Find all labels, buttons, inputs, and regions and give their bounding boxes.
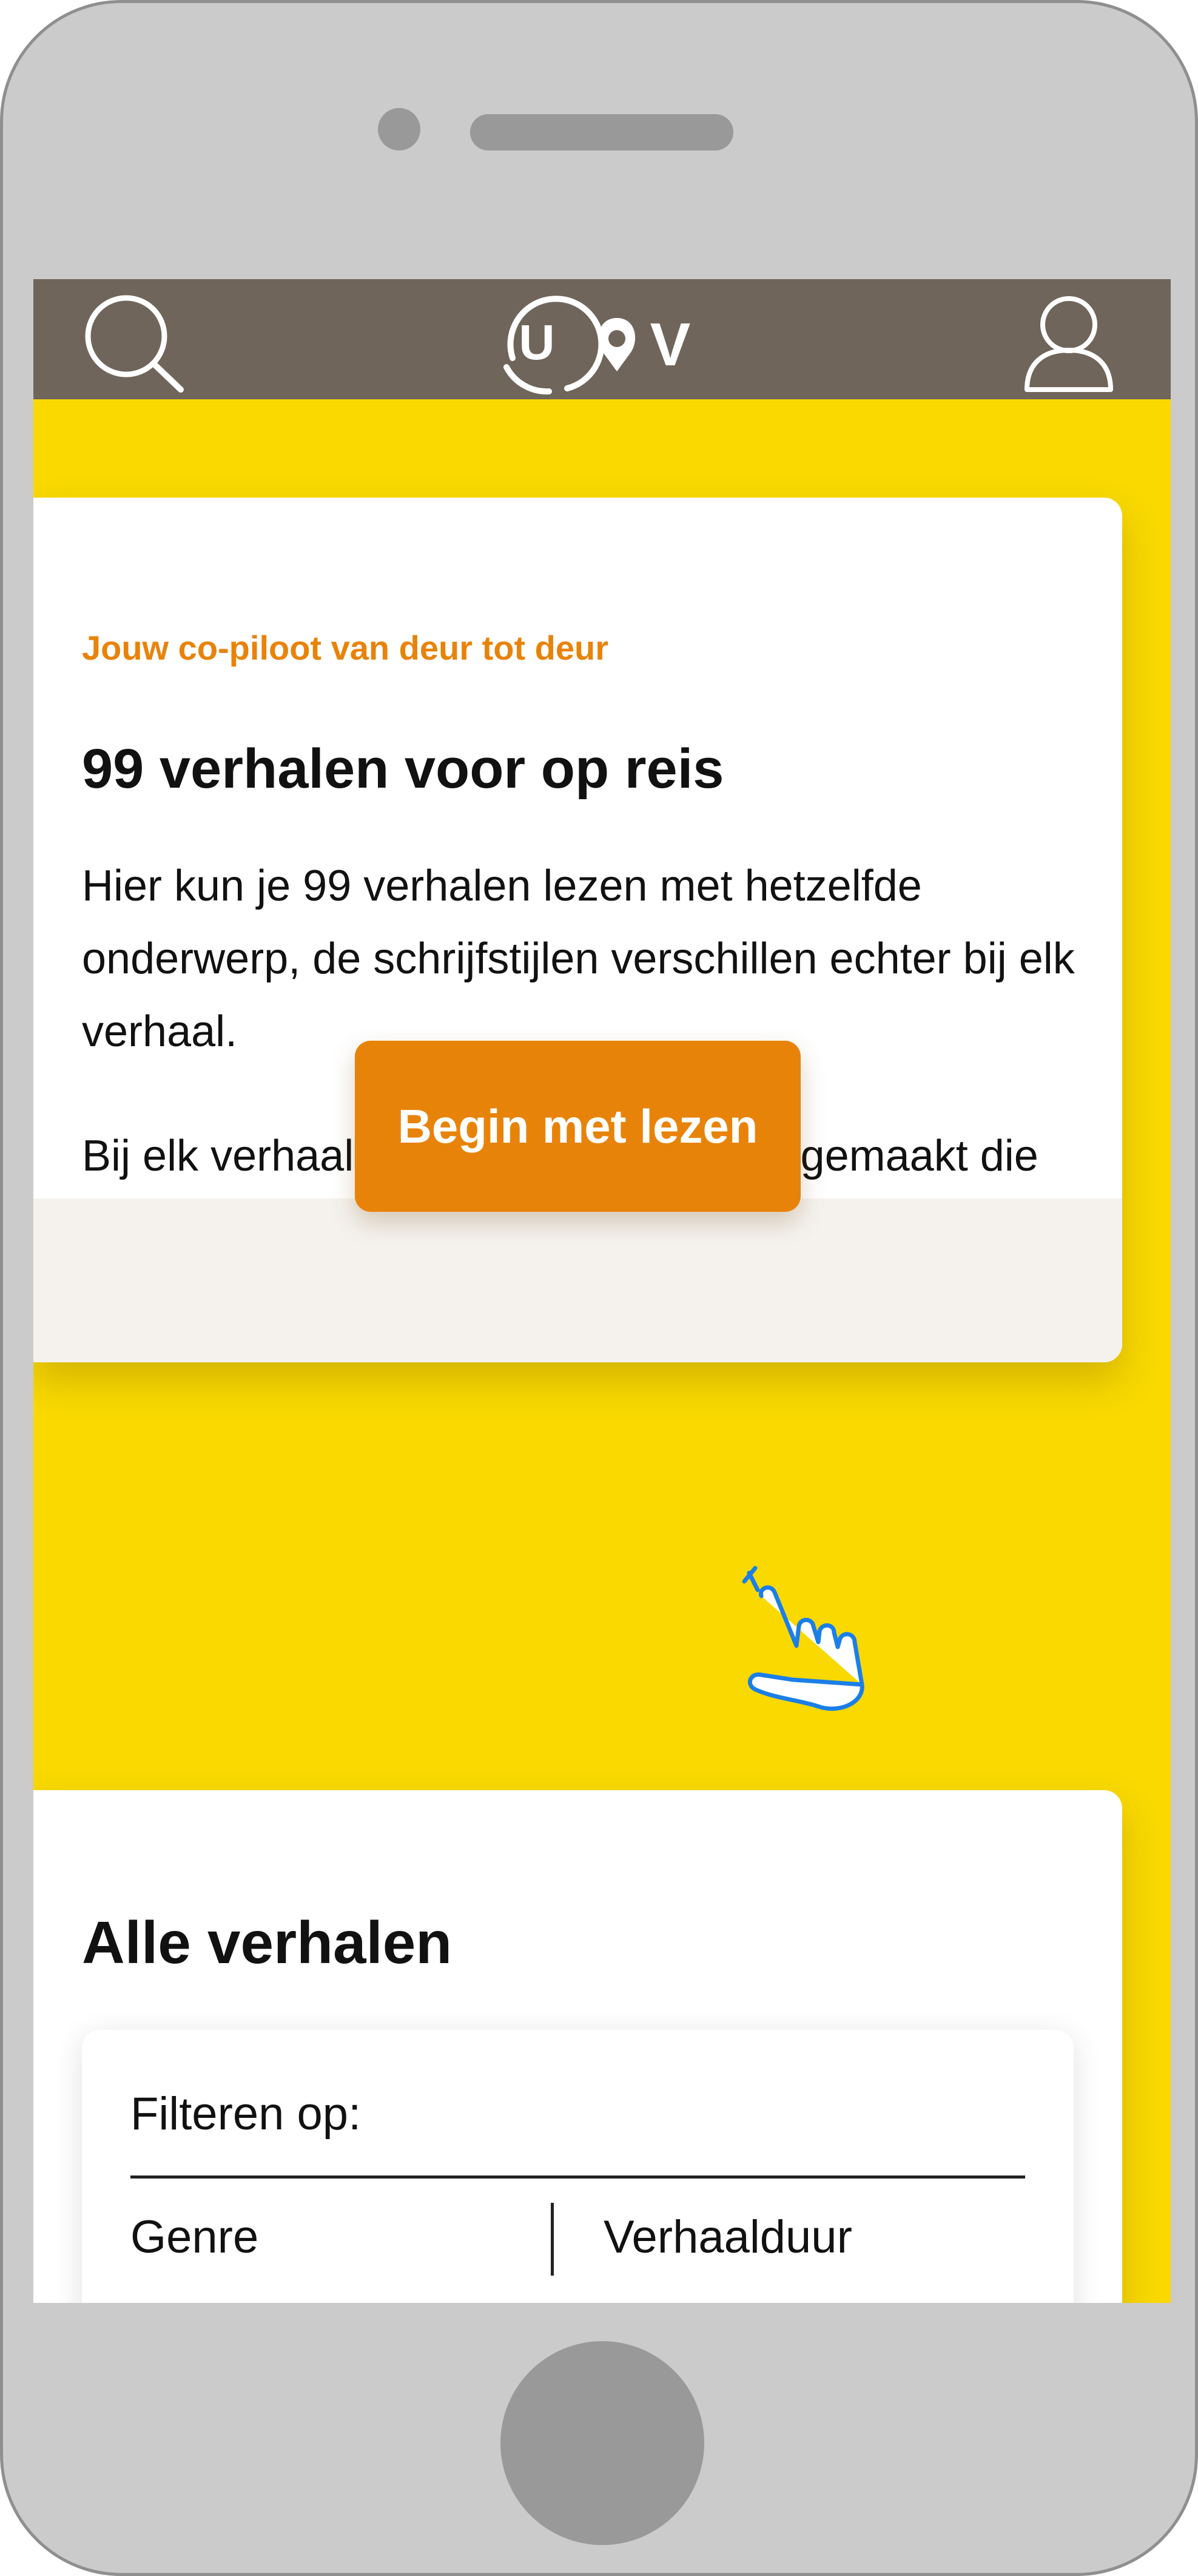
- filter-column-divider: [551, 2203, 554, 2276]
- intro-tagline: Jouw co-piloot van deur tot deur: [82, 629, 608, 667]
- filter-duration-option[interactable]: Verhaalduur: [604, 2211, 852, 2263]
- filter-genre-option[interactable]: Genre: [130, 2211, 258, 2263]
- intro-card-footer: [33, 1198, 1122, 1362]
- front-camera: [378, 108, 420, 150]
- stories-card: Alle verhalen Filteren op: Genre Verhaal…: [33, 1790, 1122, 2303]
- intro-card: Jouw co-piloot van deur tot deur 99 verh…: [33, 498, 1122, 1362]
- filter-divider-line: [130, 2175, 1025, 2179]
- stories-title: Alle verhalen: [82, 1909, 453, 1976]
- app-screen: U V Jouw co-piloot van deur tot deur 99 …: [33, 279, 1171, 2303]
- user-icon[interactable]: [1016, 289, 1122, 393]
- search-icon[interactable]: [79, 289, 185, 393]
- begin-reading-button[interactable]: Begin met lezen: [355, 1041, 801, 1212]
- svg-text:V: V: [650, 311, 691, 379]
- uov-logo[interactable]: U V: [488, 291, 719, 395]
- svg-text:U: U: [519, 315, 554, 370]
- filter-panel: Filteren op: Genre Verhaalduur: [82, 2030, 1074, 2303]
- intro-paragraph-1: Hier kun je 99 verhalen lezen met hetzel…: [82, 862, 1075, 1056]
- phone-frame: U V Jouw co-piloot van deur tot deur 99 …: [0, 0, 1198, 2576]
- filter-label: Filteren op:: [130, 2088, 362, 2140]
- top-navigation-bar: U V: [33, 279, 1171, 399]
- pointer-hand-icon: [737, 1566, 895, 1711]
- earpiece-speaker: [470, 114, 733, 150]
- intro-title: 99 verhalen voor op reis: [82, 738, 724, 800]
- home-button[interactable]: [500, 2341, 704, 2545]
